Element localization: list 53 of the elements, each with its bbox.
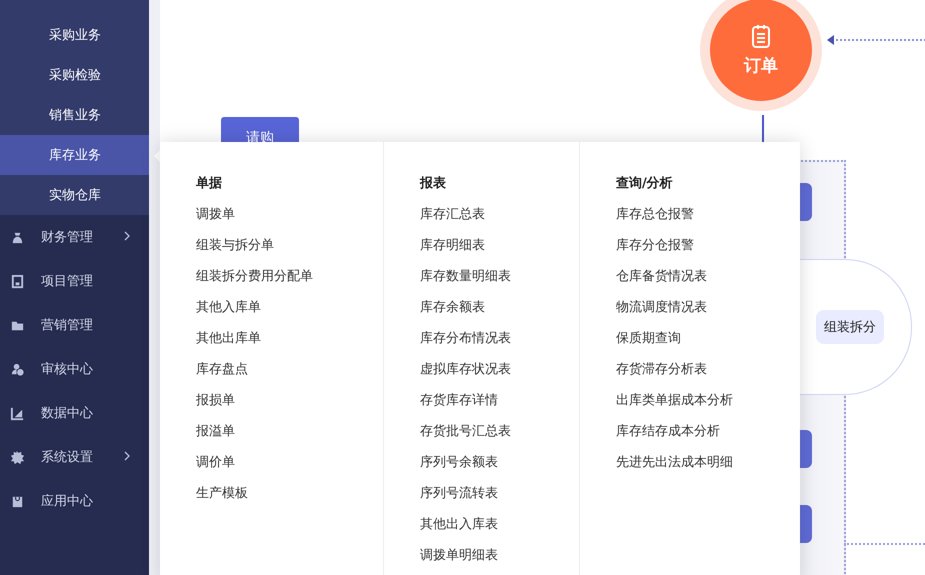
menu-link[interactable]: 序列号余额表	[420, 447, 579, 478]
sidebar-subitem[interactable]: 采购业务	[0, 15, 149, 55]
menu-link[interactable]: 保质期查询	[616, 323, 796, 354]
menu-icon	[10, 450, 25, 464]
menu-link[interactable]: 存货批号汇总表	[420, 416, 579, 447]
sidebar-item[interactable]: 项目管理	[41, 272, 93, 290]
sidebar-item[interactable]: 财务管理	[41, 228, 93, 246]
node-title: 订单	[744, 54, 778, 76]
menu-icon	[10, 274, 25, 288]
menu-icon	[10, 362, 25, 376]
document-icon	[751, 24, 771, 48]
sidebar-subitem[interactable]: 库存业务	[0, 135, 149, 175]
menu-link[interactable]: 组装与拆分单	[196, 230, 383, 261]
node-label[interactable]: 组装拆分	[816, 310, 884, 344]
menu-link[interactable]: 报损单	[196, 385, 383, 416]
menu-link[interactable]: 库存数量明细表	[420, 261, 579, 292]
sidebar-subitem[interactable]: 采购检验	[0, 55, 149, 95]
menu-link[interactable]: 库存明细表	[420, 230, 579, 261]
menu-link[interactable]: 库存盘点	[196, 354, 383, 385]
menu-link[interactable]: 调价单	[196, 447, 383, 478]
sidebar-item[interactable]: 数据中心	[41, 404, 93, 422]
menu-link[interactable]: 序列号流转表	[420, 478, 579, 509]
sidebar-item[interactable]: 营销管理	[41, 316, 93, 334]
sidebar-subitem[interactable]: 实物仓库	[0, 175, 149, 215]
menu-link[interactable]: 存货库存详情	[420, 385, 579, 416]
menu-link[interactable]: 其他入库单	[196, 292, 383, 323]
menu-link[interactable]: 其他出入库表	[420, 509, 579, 540]
menu-link[interactable]: 存货滞存分析表	[616, 354, 796, 385]
sidebar-item[interactable]: 审核中心	[41, 360, 93, 378]
column-title: 查询/分析	[616, 175, 674, 193]
menu-link[interactable]: 库存总仓报警	[616, 199, 796, 230]
column-title: 报表	[420, 175, 447, 193]
menu-link[interactable]: 仓库备货情况表	[616, 261, 796, 292]
menu-link[interactable]: 库存分仓报警	[616, 230, 796, 261]
menu-link[interactable]: 报溢单	[196, 416, 383, 447]
menu-link[interactable]: 库存汇总表	[420, 199, 579, 230]
menu-link[interactable]: 其他出库单	[196, 323, 383, 354]
menu-link[interactable]: 物流调度情况表	[616, 292, 796, 323]
menu-link[interactable]: 先进先出法成本明细	[616, 447, 796, 478]
menu-link[interactable]: 组装拆分费用分配单	[196, 261, 383, 292]
sidebar-item[interactable]: 系统设置	[41, 448, 93, 466]
menu-link[interactable]: 库存分布情况表	[420, 323, 579, 354]
menu-link[interactable]: 库存结存成本分析	[616, 416, 796, 447]
menu-link[interactable]: 出库类单据成本分析	[616, 385, 796, 416]
menu-link[interactable]: 调拨单明细表	[420, 540, 579, 571]
sidebar-item[interactable]: 应用中心	[41, 492, 93, 510]
menu-link[interactable]: 库存余额表	[420, 292, 579, 323]
menu-link[interactable]: 调拨单	[196, 199, 383, 230]
menu-icon	[10, 406, 25, 420]
sidebar-subitem[interactable]: 销售业务	[0, 95, 149, 135]
column-title: 单据	[196, 175, 223, 193]
menu-link[interactable]: 虚拟库存状况表	[420, 354, 579, 385]
menu-link[interactable]: 生产模板	[196, 478, 383, 509]
